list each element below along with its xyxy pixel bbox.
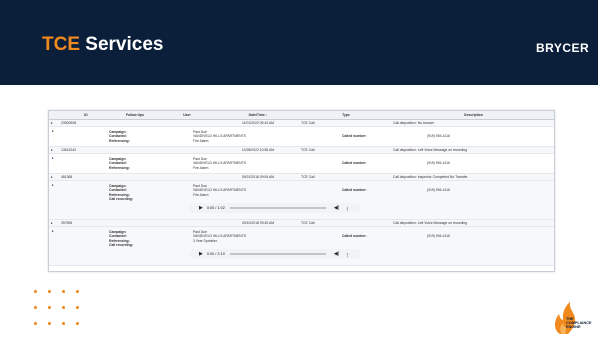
called-number-label: Called number: xyxy=(342,161,367,165)
cell-type: TCE Call xyxy=(301,121,315,125)
called-number-label: Called number: xyxy=(342,134,367,138)
decorative-dot xyxy=(34,290,37,293)
decorative-dot xyxy=(76,290,79,293)
expand-icon[interactable]: ▸ xyxy=(52,183,54,187)
detail-labels: Campaign: Contacted: Referencing: Call r… xyxy=(109,230,133,247)
column-header-type[interactable]: Type xyxy=(299,113,391,117)
decorative-dot xyxy=(62,290,65,293)
decorative-dot xyxy=(62,322,65,325)
playback-time: 0:00 / 1:02 xyxy=(206,206,225,210)
decorative-dot xyxy=(34,322,37,325)
decorative-dot xyxy=(48,290,51,293)
logo-line: ENGINE xyxy=(566,325,581,329)
play-icon[interactable]: ▶ xyxy=(199,205,203,211)
expand-icon[interactable]: ▸ xyxy=(52,229,54,233)
cell-datetime: 09/21/2018 09:54 AM xyxy=(241,175,275,179)
volume-icon[interactable]: ◀) xyxy=(334,205,340,211)
cell-type: TCE Call xyxy=(301,221,315,225)
audio-player[interactable]: ▶ 0:00 / 1:02 ◀) ⋮ xyxy=(189,203,361,213)
compliance-engine-logo xyxy=(555,302,576,334)
decorative-dot xyxy=(76,322,79,325)
call-history-table: ID Follow Ups User Date/Time ↓ Type Desc… xyxy=(48,110,555,272)
expand-icon[interactable]: ▸ xyxy=(52,129,54,133)
called-number-label: Called number: xyxy=(342,188,367,192)
decorative-dot xyxy=(48,306,51,309)
expand-icon[interactable]: ▸ xyxy=(49,221,59,225)
compliance-engine-text: THE COMPLIANCE ENGINE xyxy=(566,317,592,329)
call-detail-panel: ▸ Campaign: Contacted: Referencing: Past D… xyxy=(49,154,554,174)
title-accent: TCE xyxy=(42,34,80,55)
cell-description: Call disposition: Left Voice Message on … xyxy=(393,221,468,225)
call-detail-panel: ▸ Campaign: Contacted: Referencing: Past D… xyxy=(49,127,554,147)
called-number-label: Called number: xyxy=(342,234,367,238)
column-header-datetime[interactable]: Date/Time ↓ xyxy=(215,113,299,117)
table-row[interactable]: ▸ 481368 09/21/2018 09:54 AM TCE Call Call d… xyxy=(49,174,554,181)
cell-description: Call disposition: Left Voice Message on … xyxy=(393,148,468,152)
table-row[interactable]: ▸ 23900508 11/01/2022 09:43 AM TCE Call Call… xyxy=(49,120,554,127)
cell-id: 23900508 xyxy=(61,121,77,125)
cell-datetime: 11/01/2022 09:43 AM xyxy=(242,121,274,125)
table-row[interactable]: ▸ 397896 09/10/2018 09:45 AM TCE Call Call d… xyxy=(49,220,554,227)
called-number: (919) 594-4116 xyxy=(427,188,450,192)
cell-datetime: 09/10/2018 09:45 AM xyxy=(241,221,275,225)
seek-bar[interactable] xyxy=(229,207,326,209)
expand-icon[interactable]: ▸ xyxy=(49,175,59,179)
expand-icon[interactable]: ▸ xyxy=(52,156,54,160)
cell-datetime: 10/28/2022 10:55 AM xyxy=(241,148,275,152)
decorative-dot-grid xyxy=(34,290,104,334)
detail-values: Past Due VANDIVELD HILLS APARTMENTS 3 Ye… xyxy=(193,230,246,243)
slide-title: TCE Services xyxy=(42,34,163,56)
slide-header: TCE Services BRYCER xyxy=(0,0,598,85)
decorative-dot xyxy=(34,306,37,309)
detail-labels: Campaign: Contacted: Referencing: xyxy=(109,157,130,170)
playback-time: 0:00 / 2:10 xyxy=(206,252,225,256)
detail-values: Past Due VANDIVELD HILLS APARTMENTS Fire… xyxy=(193,157,246,170)
call-detail-panel: ▸ Campaign: Contacted: Referencing: Call … xyxy=(49,227,554,266)
detail-labels: Campaign: Contacted: Referencing: xyxy=(109,130,130,143)
cell-type: TCE Call xyxy=(301,148,315,152)
called-number: (919) 594-4116 xyxy=(427,161,450,165)
column-header-user[interactable]: User xyxy=(157,113,215,117)
detail-values: Past Due VANDIVELD HILLS APARTMENTS Fire… xyxy=(193,184,246,197)
decorative-dot xyxy=(62,306,65,309)
expand-icon[interactable]: ▸ xyxy=(49,148,59,152)
title-rest: Services xyxy=(80,34,164,55)
cell-id: 13612042 xyxy=(61,148,77,152)
column-header-id[interactable]: ID xyxy=(59,113,111,117)
cell-id: 481368 xyxy=(61,175,73,179)
audio-player[interactable]: ▶ 0:00 / 2:10 ◀) ⋮ xyxy=(189,249,361,259)
column-header-description[interactable]: Description xyxy=(391,113,554,117)
decorative-dot xyxy=(76,306,79,309)
cell-description: Call disposition: No Answer xyxy=(393,121,435,125)
called-number: (919) 594-4116 xyxy=(427,234,450,238)
play-icon[interactable]: ▶ xyxy=(199,251,203,257)
cell-id: 397896 xyxy=(61,221,73,225)
more-options-icon[interactable]: ⋮ xyxy=(345,252,349,257)
called-number: (919) 594-4116 xyxy=(427,134,450,138)
volume-icon[interactable]: ◀) xyxy=(334,251,340,257)
brycer-logo: BRYCER xyxy=(536,41,590,55)
column-header-follow-ups[interactable]: Follow Ups xyxy=(111,113,157,117)
call-detail-panel: ▸ Campaign: Contacted: Referencing: Call … xyxy=(49,181,554,220)
decorative-dot xyxy=(48,322,51,325)
more-options-icon[interactable]: ⋮ xyxy=(345,206,349,211)
cell-type: TCE Call xyxy=(301,175,315,179)
seek-bar[interactable] xyxy=(229,253,326,255)
cell-description: Call disposition: Inspector Completed No… xyxy=(393,175,468,179)
table-row[interactable]: ▸ 13612042 10/28/2022 10:55 AM TCE Call Call… xyxy=(49,147,554,154)
detail-values: Past Due VANDIVELD HILLS APARTMENTS Fire… xyxy=(193,130,246,143)
table-header: ID Follow Ups User Date/Time ↓ Type Desc… xyxy=(49,111,554,120)
detail-labels: Campaign: Contacted: Referencing: Call r… xyxy=(109,184,133,201)
expand-icon[interactable]: ▸ xyxy=(49,121,59,125)
table-body: ▸ 23900508 11/01/2022 09:43 AM TCE Call Call… xyxy=(49,120,554,266)
